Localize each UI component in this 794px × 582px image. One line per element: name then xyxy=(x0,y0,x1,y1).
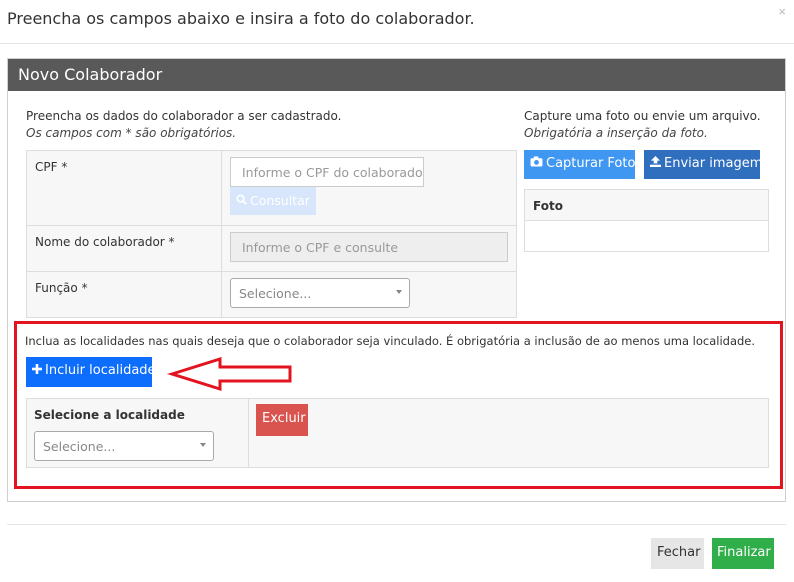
name-label: Nome do colaborador * xyxy=(26,225,222,272)
photo-box-header: Foto xyxy=(525,190,768,221)
locations-intro: Inclua as localidades nas quais deseja q… xyxy=(25,334,756,348)
panel-title: Novo Colaborador xyxy=(8,59,785,91)
required-note: Os campos com * são obrigatórios. xyxy=(26,126,237,140)
location-column: Selecione a localidade Selecione... xyxy=(27,399,249,467)
cpf-label: CPF * xyxy=(26,150,222,226)
role-select-value: Selecione... xyxy=(239,286,312,301)
role-select[interactable]: Selecione... xyxy=(230,278,410,308)
add-location-button[interactable]: Incluir localidade xyxy=(26,357,156,387)
finish-button[interactable]: Finalizar xyxy=(712,538,774,569)
photo-intro: Capture uma foto ou envie um arquivo. Ob… xyxy=(524,108,761,142)
modal-title: Preencha os campos abaixo e insira a fot… xyxy=(7,9,475,28)
close-button[interactable]: Fechar xyxy=(651,538,704,569)
consult-label: Consultar xyxy=(250,193,310,208)
cpf-cell: Informe o CPF do colaborado Consultar xyxy=(221,150,517,226)
form-intro-text: Preencha os dados do colaborador a ser c… xyxy=(26,109,342,123)
chevron-down-icon xyxy=(200,443,206,447)
photo-box: Foto xyxy=(524,189,769,252)
name-cell: Informe o CPF e consulte xyxy=(221,225,517,272)
role-cell: Selecione... xyxy=(221,271,517,318)
consult-button[interactable]: Consultar xyxy=(230,187,316,215)
plus-icon xyxy=(32,363,42,378)
add-location-label: Incluir localidade xyxy=(45,363,156,378)
photo-intro-text: Capture uma foto ou envie um arquivo. xyxy=(524,109,761,123)
form-intro: Preencha os dados do colaborador a ser c… xyxy=(26,108,341,142)
modal-header: Preencha os campos abaixo e insira a fot… xyxy=(0,0,794,44)
upload-image-button[interactable]: Enviar imagem xyxy=(644,150,763,179)
footer-divider xyxy=(7,524,786,525)
capture-label: Capturar Foto xyxy=(546,156,636,171)
close-icon[interactable]: × xyxy=(778,4,786,19)
location-column-header: Selecione a localidade xyxy=(34,408,185,422)
upload-label: Enviar imagem xyxy=(664,156,763,171)
upload-icon xyxy=(650,156,661,171)
photo-required-note: Obrigatória a inserção da foto. xyxy=(524,126,708,140)
location-select[interactable]: Selecione... xyxy=(34,431,214,461)
name-input: Informe o CPF e consulte xyxy=(230,232,508,262)
locations-table: Selecione a localidade Selecione... xyxy=(26,398,769,468)
employee-form: CPF * Informe o CPF do colaborado Consul… xyxy=(26,150,517,318)
camera-icon xyxy=(530,156,543,171)
chevron-down-icon xyxy=(396,290,402,294)
role-label: Função * xyxy=(26,271,222,318)
location-select-value: Selecione... xyxy=(43,439,116,454)
delete-location-button[interactable]: Excluir xyxy=(256,404,308,436)
cpf-input[interactable]: Informe o CPF do colaborado xyxy=(230,157,424,187)
capture-photo-button[interactable]: Capturar Foto xyxy=(524,150,635,179)
search-icon xyxy=(236,193,247,208)
arrow-left-icon xyxy=(166,357,292,392)
